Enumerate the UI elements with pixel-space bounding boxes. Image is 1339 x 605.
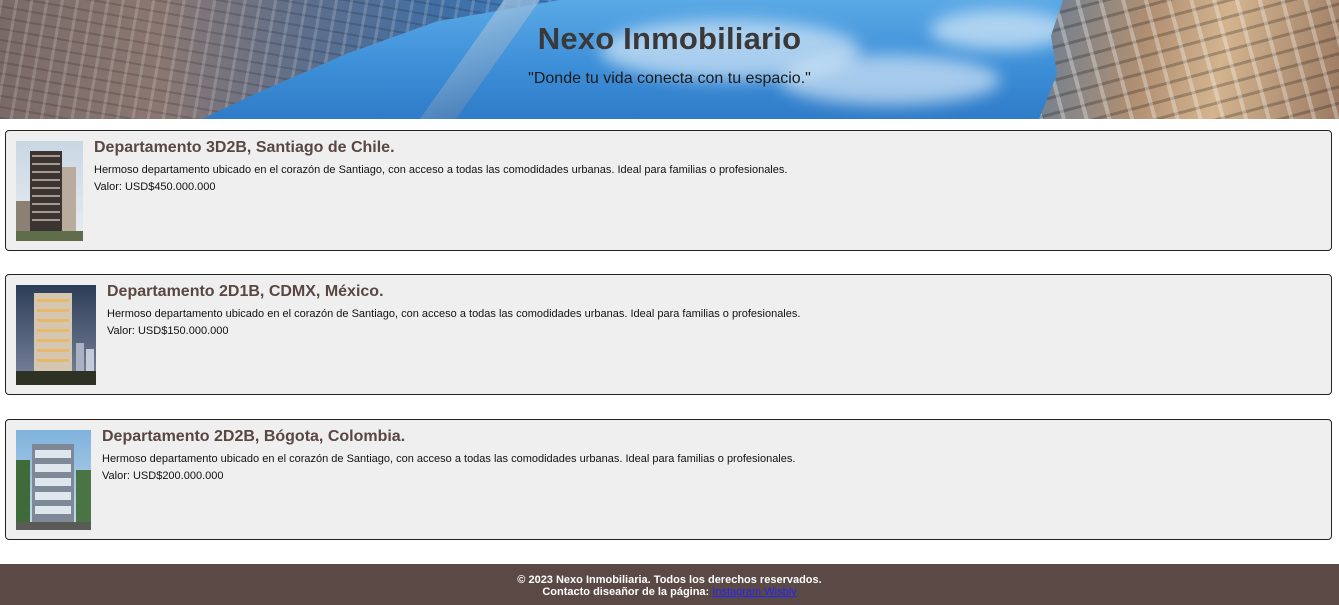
hero-text: Nexo Inmobiliario "Donde tu vida conecta… (0, 0, 1339, 88)
listing-photo (16, 285, 96, 385)
page-subtitle: "Donde tu vida conecta con tu espacio." (528, 70, 811, 87)
listing-photo (16, 141, 83, 241)
listing-price: Valor: USD$150.000.000 (107, 325, 229, 337)
listing-card: Departamento 3D2B, Santiago de Chile. He… (5, 130, 1332, 251)
listing-body: Departamento 3D2B, Santiago de Chile. He… (94, 139, 787, 193)
listing-card: Departamento 2D1B, CDMX, México. Hermoso… (5, 274, 1332, 395)
page-title: Nexo Inmobiliario (537, 21, 802, 56)
footer: © 2023 Nexo Inmobiliaria. Todos los dere… (0, 564, 1339, 605)
hero-banner: Nexo Inmobiliario "Donde tu vida conecta… (0, 0, 1339, 119)
footer-copyright: © 2023 Nexo Inmobiliaria. Todos los dere… (517, 574, 822, 586)
listing-photo (16, 430, 91, 530)
listing-title: Departamento 3D2B, Santiago de Chile. (94, 139, 395, 156)
listing-title: Departamento 2D2B, Bógota, Colombia. (102, 428, 406, 445)
footer-contact-label: Contacto diseañor de la página: (542, 586, 710, 598)
instagram-link[interactable]: Instagram Wisbly (712, 586, 796, 598)
listing-title: Departamento 2D1B, CDMX, México. (107, 283, 384, 300)
listing-body: Departamento 2D2B, Bógota, Colombia. Her… (102, 428, 795, 482)
listing-price: Valor: USD$450.000.000 (94, 181, 216, 193)
listing-card: Departamento 2D2B, Bógota, Colombia. Her… (5, 419, 1332, 540)
footer-contact: Contacto diseañor de la página: Instagra… (0, 586, 1339, 598)
listing-description: Hermoso departamento ubicado en el coraz… (94, 164, 788, 176)
listing-description: Hermoso departamento ubicado en el coraz… (107, 308, 801, 320)
listing-description: Hermoso departamento ubicado en el coraz… (102, 453, 796, 465)
listing-price: Valor: USD$200.000.000 (102, 470, 224, 482)
listing-body: Departamento 2D1B, CDMX, México. Hermoso… (107, 283, 800, 337)
